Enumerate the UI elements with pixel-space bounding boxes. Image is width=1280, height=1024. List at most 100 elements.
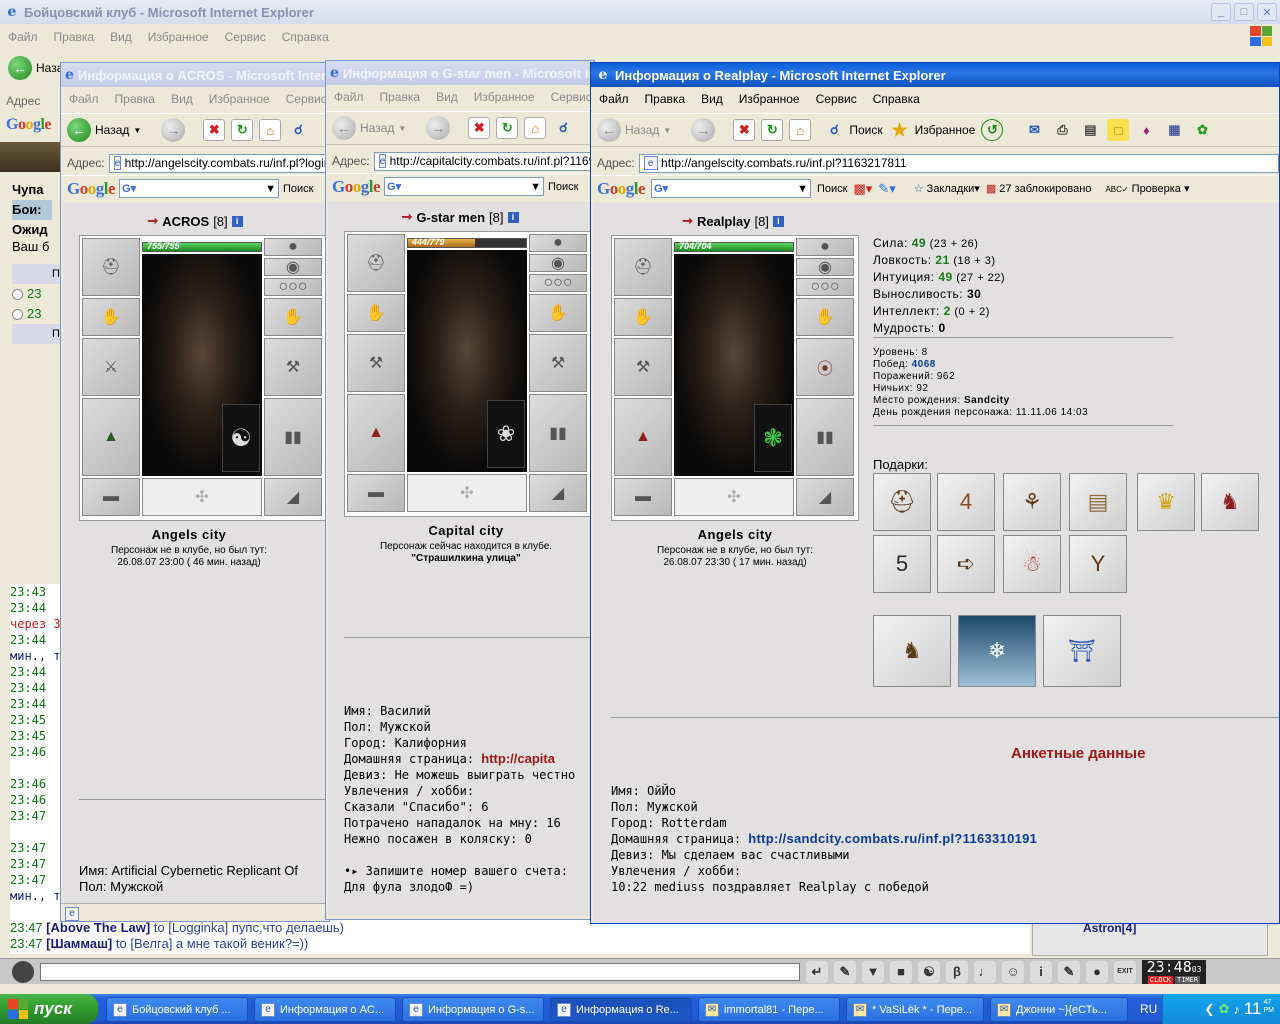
weapon-slot[interactable]: ⚒: [347, 334, 405, 392]
menu-help[interactable]: Справка: [274, 30, 337, 44]
belt-slot[interactable]: ▬: [82, 478, 140, 516]
info-icon[interactable]: i: [507, 211, 519, 223]
armor-slot[interactable]: ▲: [82, 398, 140, 476]
menu-file[interactable]: Файл: [591, 92, 637, 106]
history-icon[interactable]: ↺: [981, 119, 1004, 141]
bg-radio-row[interactable]: 23: [12, 284, 62, 304]
lock-icon[interactable]: ●: [1086, 960, 1108, 983]
search-icon[interactable]: ☌: [552, 117, 574, 139]
menu-tools[interactable]: Сервис: [543, 90, 594, 104]
language-indicator[interactable]: RU: [1140, 1002, 1157, 1016]
legs-slot[interactable]: ▮▮: [796, 398, 854, 476]
search-button[interactable]: ☌ Поиск: [823, 119, 883, 141]
address-input[interactable]: e http://angelscity.combats.ru/inf.pl?lo…: [108, 153, 329, 173]
gift-santa-icon[interactable]: ☃: [1003, 535, 1061, 593]
gift-goblet-icon[interactable]: ⚘: [1003, 473, 1061, 531]
clear-icon[interactable]: ✎: [834, 960, 856, 983]
tray-expand-icon[interactable]: ❮: [1204, 1002, 1214, 1016]
shield-slot[interactable]: ⚒: [529, 334, 587, 392]
pagerank-icon[interactable]: ▩▾: [854, 181, 873, 197]
chat-input[interactable]: [40, 962, 800, 981]
home-icon[interactable]: ⌂: [524, 117, 547, 139]
amulet-slot[interactable]: ◉: [529, 254, 587, 272]
menu-edit[interactable]: Правка: [107, 92, 164, 106]
fight-icon[interactable]: ☯: [918, 960, 940, 983]
gift-vase-icon[interactable]: ⛩: [1043, 615, 1121, 687]
exit-button[interactable]: EXIT: [1114, 960, 1136, 983]
task-button-6[interactable]: ✉ * VaSiLёk * - Пере...: [846, 997, 984, 1022]
homepage-link[interactable]: http://capita: [481, 751, 555, 766]
menu-tools[interactable]: Сервис: [278, 92, 329, 106]
amulet-slot[interactable]: ◉: [796, 258, 854, 276]
gift-slingshot-icon[interactable]: Y: [1069, 535, 1127, 593]
sound-icon[interactable]: ♩: [974, 960, 996, 983]
weapon-slot[interactable]: ⚒: [614, 338, 672, 396]
legs-slot[interactable]: ▮▮: [529, 394, 587, 472]
bracers-slot[interactable]: ✋: [614, 298, 672, 336]
stop-icon[interactable]: ✖: [468, 117, 491, 139]
edit-icon[interactable]: ▤: [1079, 119, 1101, 141]
back-button[interactable]: ← Назад ▼: [597, 118, 671, 142]
enter-icon[interactable]: ↵: [806, 960, 828, 983]
menu-tools[interactable]: Сервис: [808, 92, 865, 106]
gift-helmet-icon[interactable]: ⛑: [873, 473, 931, 531]
tray-icq-icon[interactable]: ✿: [1218, 1001, 1229, 1017]
gift-badge-icon[interactable]: 5: [873, 535, 931, 593]
stop-icon[interactable]: ✖: [733, 119, 756, 141]
weapon-slot[interactable]: ⚔: [82, 338, 140, 396]
bg-fragment[interactable]: П: [12, 324, 62, 344]
menu-view[interactable]: Вид: [693, 92, 731, 106]
legs-slot[interactable]: ▮▮: [264, 398, 322, 476]
menu-view[interactable]: Вид: [163, 92, 201, 106]
gift-2007-card-icon[interactable]: ❄: [958, 615, 1036, 687]
menu-edit[interactable]: Правка: [637, 92, 694, 106]
task-button-5[interactable]: ✉ immortal81 - Пере...: [698, 997, 840, 1022]
bracers-slot[interactable]: ✋: [82, 298, 140, 336]
popup-blocker[interactable]: ▩ 27 заблокировано: [986, 182, 1092, 195]
menu-favorites[interactable]: Избранное: [731, 92, 808, 106]
info-icon[interactable]: i: [1030, 960, 1052, 983]
armor-slot[interactable]: ▲: [614, 398, 672, 476]
gift-mug-icon[interactable]: 4: [937, 473, 995, 531]
scroll-icon[interactable]: ✎: [1058, 960, 1080, 983]
mail-icon[interactable]: ✉: [1023, 119, 1045, 141]
close-button[interactable]: ✕: [1257, 3, 1277, 21]
back-button[interactable]: ← Назад ▼: [332, 116, 406, 140]
menu-favorites[interactable]: Избранное: [201, 92, 278, 106]
task-button-1[interactable]: e Бойцовский клуб ...: [106, 997, 248, 1022]
bracers-slot[interactable]: ✋: [347, 294, 405, 332]
menu-favorites[interactable]: Избранное: [466, 90, 543, 104]
bg-window-titlebar[interactable]: e Бойцовский клуб - Microsoft Internet E…: [0, 0, 1280, 24]
messenger-icon[interactable]: ♦: [1135, 119, 1157, 141]
bg-fragment[interactable]: П: [12, 264, 62, 284]
menu-view[interactable]: Вид: [102, 30, 140, 44]
refresh-icon[interactable]: ↻: [496, 117, 519, 139]
favorites-button[interactable]: ★ Избранное: [889, 119, 976, 141]
helmet-slot[interactable]: ⛑: [82, 238, 140, 296]
google-search-input[interactable]: G▾ ▼: [651, 179, 812, 198]
maximize-button[interactable]: □: [1234, 3, 1254, 21]
clock-label[interactable]: CLOCK: [1147, 975, 1173, 984]
info-icon[interactable]: i: [231, 215, 243, 227]
task-button-7[interactable]: ✉ Джонни ~}{еСТь...: [990, 997, 1128, 1022]
boots-slot[interactable]: ◢: [796, 478, 854, 516]
task-button-2[interactable]: e Информация о AC...: [254, 997, 396, 1022]
spellcheck-button[interactable]: ABC✓ Проверка ▾: [1105, 182, 1189, 195]
address-input[interactable]: e http://angelscity.combats.ru/inf.pl?11…: [638, 153, 1279, 173]
gstar-titlebar[interactable]: e Информация о G-star men - Microsoft In…: [326, 61, 594, 85]
forward-arrow-icon[interactable]: →: [691, 118, 716, 142]
start-button[interactable]: пуск: [0, 994, 98, 1024]
print-icon[interactable]: ⎙: [1051, 119, 1073, 141]
rings-slot[interactable]: ○○○: [529, 274, 587, 292]
helmet-slot[interactable]: ⛑: [614, 238, 672, 296]
gloves-slot[interactable]: ✋: [264, 298, 322, 336]
google-search-button[interactable]: Поиск: [548, 181, 578, 193]
forward-arrow-icon[interactable]: →: [426, 116, 451, 140]
menu-favorites[interactable]: Избранное: [140, 30, 217, 44]
gift-rocking-horse-icon[interactable]: ♞: [1201, 473, 1259, 531]
amulet-slot[interactable]: ◉: [264, 258, 322, 276]
bg-radio-row[interactable]: 23: [12, 304, 62, 324]
save-icon[interactable]: ■: [890, 960, 912, 983]
gift-rolling-pin-icon[interactable]: ➪: [937, 535, 995, 593]
research-icon[interactable]: ▦: [1163, 119, 1185, 141]
